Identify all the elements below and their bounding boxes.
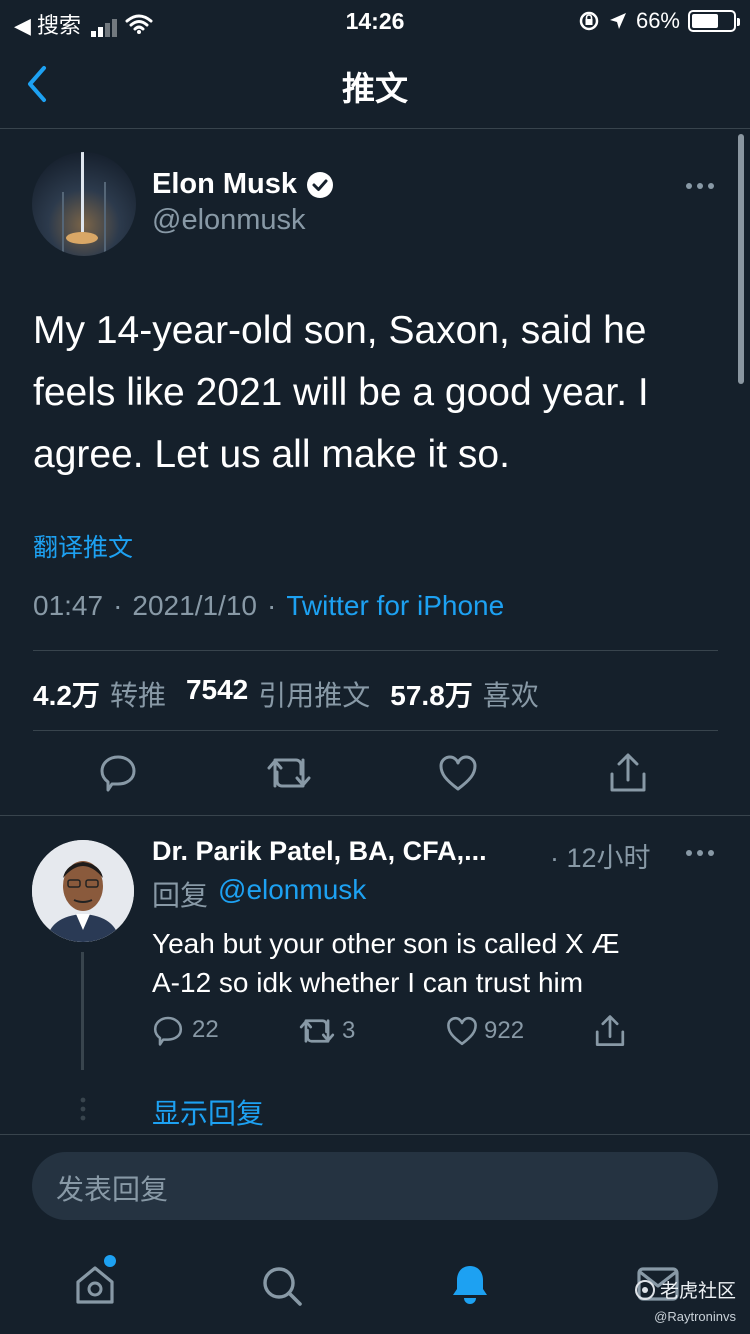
- composer-divider: [0, 1134, 750, 1135]
- watermark: 老虎社区 @Raytroninvs: [628, 1276, 736, 1324]
- retweet-label[interactable]: 转推: [110, 674, 166, 714]
- reply-author-avatar[interactable]: [32, 840, 134, 942]
- search-icon[interactable]: [260, 1264, 304, 1308]
- battery-percent: 66%: [635, 8, 680, 33]
- meta-divider: [33, 650, 718, 651]
- watermark-handle: @Raytroninvs: [654, 1309, 736, 1324]
- retweet-count[interactable]: 4.2万: [33, 674, 100, 714]
- watermark-logo-icon: [634, 1279, 655, 1300]
- tweet-time: 01:47: [33, 590, 104, 621]
- author-name[interactable]: Elon Musk: [152, 168, 297, 201]
- like-label[interactable]: 喜欢: [483, 674, 539, 714]
- home-icon[interactable]: [72, 1262, 118, 1308]
- more-options-icon[interactable]: [684, 176, 716, 196]
- reply-retweet-action[interactable]: 3: [298, 1016, 355, 1046]
- header-divider: [0, 128, 750, 129]
- quote-count[interactable]: 7542: [186, 674, 248, 714]
- home-notification-dot: [104, 1255, 116, 1267]
- watermark-brand: 老虎社区: [659, 1281, 736, 1302]
- tweet-stats: 4.2万 转推 7542 引用推文 57.8万 喜欢: [33, 674, 539, 714]
- reply-like-action[interactable]: 922: [446, 1015, 524, 1047]
- verified-badge-icon: [307, 171, 334, 198]
- location-icon: [609, 13, 626, 29]
- battery-icon: [688, 10, 740, 32]
- reply-more-options-icon[interactable]: [684, 843, 716, 863]
- vertical-dots-icon: [80, 1097, 86, 1121]
- notifications-bell-icon[interactable]: [448, 1262, 492, 1306]
- show-replies-link[interactable]: 显示回复: [152, 1092, 264, 1132]
- rocket-launch-image: [62, 152, 106, 252]
- tweet-divider: [0, 815, 750, 816]
- page-title: 推文: [342, 70, 408, 107]
- reply-reply-count: 22: [192, 1016, 219, 1043]
- status-bar: ◀ 搜索 14:26 66%: [0, 0, 750, 40]
- person-portrait-image: [32, 840, 134, 942]
- reply-reply-action[interactable]: 22: [152, 1014, 219, 1046]
- tweet-date: 2021/1/10: [132, 590, 257, 621]
- reply-like-count: 922: [484, 1017, 525, 1044]
- retweet-icon[interactable]: [266, 754, 312, 792]
- reply-author-name[interactable]: Dr. Parik Patel, BA, CFA,...: [152, 836, 487, 867]
- author-name-row[interactable]: Elon Musk: [152, 168, 335, 201]
- reply-time: · 12小时: [550, 843, 651, 873]
- author-handle[interactable]: @elonmusk: [152, 204, 306, 237]
- meta-separator: ·: [266, 590, 277, 621]
- status-right: 66%: [578, 8, 740, 34]
- scrollbar[interactable]: [738, 134, 744, 384]
- like-heart-icon[interactable]: [438, 754, 478, 792]
- reply-composer-placeholder: 发表回复: [56, 1174, 169, 1205]
- retweet-icon: [299, 1019, 335, 1043]
- tweet-meta: 01:47 · 2021/1/10 · Twitter for iPhone: [33, 590, 504, 622]
- reply-text-line: A-12 so idk whether I can trust him: [152, 967, 584, 998]
- share-icon[interactable]: [608, 752, 648, 794]
- tweet-text: My 14-year-old son, Saxon, said he feels…: [33, 309, 649, 476]
- author-avatar[interactable]: [32, 152, 136, 256]
- reply-text: Yeah but your other son is called X Æ A-…: [152, 924, 619, 1002]
- thread-line: [81, 952, 84, 1070]
- reply-share-icon[interactable]: [594, 1014, 626, 1048]
- like-heart-icon: [447, 1016, 477, 1046]
- tweet-source-link[interactable]: Twitter for iPhone: [286, 590, 504, 622]
- replying-to-label: 回复: [152, 880, 209, 911]
- meta-separator: ·: [113, 590, 123, 621]
- reply-text-line: Yeah but your other son is called X Æ: [152, 928, 620, 959]
- reply-retweet-count: 3: [342, 1017, 356, 1044]
- stats-divider: [33, 730, 718, 731]
- reply-composer-input[interactable]: 发表回复: [32, 1152, 718, 1220]
- replying-to: 回复 @elonmusk: [152, 874, 366, 914]
- translate-tweet-link[interactable]: 翻译推文: [33, 528, 133, 564]
- reply-icon[interactable]: [98, 752, 138, 792]
- replying-to-handle[interactable]: @elonmusk: [218, 874, 366, 914]
- like-count[interactable]: 57.8万: [390, 674, 473, 714]
- orientation-lock-icon: [579, 11, 599, 31]
- quote-label[interactable]: 引用推文: [258, 674, 370, 714]
- reply-icon: [153, 1016, 183, 1046]
